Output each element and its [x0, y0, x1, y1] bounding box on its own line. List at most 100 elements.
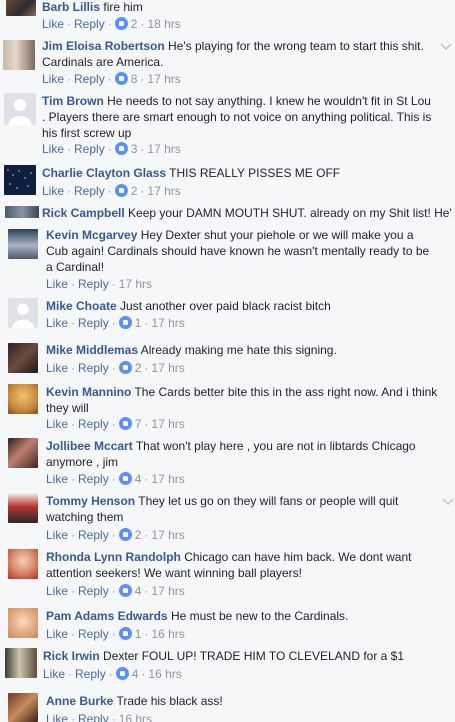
reply-link[interactable]: Reply: [74, 17, 105, 31]
reply-link[interactable]: Reply: [78, 584, 109, 598]
avatar[interactable]: [8, 298, 38, 328]
like-reaction-icon: [118, 472, 132, 485]
timestamp[interactable]: 16 hrs: [151, 627, 184, 641]
like-link[interactable]: Like: [46, 277, 68, 291]
comment-text: He must be new to the Cardinals.: [170, 609, 349, 623]
comment-text: Just another over paid black racist bitc…: [120, 299, 331, 313]
timestamp[interactable]: 17 hrs: [151, 528, 184, 542]
timestamp[interactable]: 17 hrs: [147, 184, 180, 198]
commenter-name[interactable]: Mike Middlemas: [46, 343, 138, 357]
commenter-name[interactable]: Kevin Mcgarvey: [46, 228, 137, 242]
like-link[interactable]: Like: [42, 72, 64, 86]
reply-link[interactable]: Reply: [78, 528, 109, 542]
reply-link[interactable]: Reply: [74, 142, 105, 156]
comment-text: Already making me hate this signing.: [140, 343, 337, 357]
avatar[interactable]: [8, 693, 38, 722]
commenter-name[interactable]: Anne Burke: [46, 694, 113, 708]
reply-link[interactable]: Reply: [78, 712, 109, 722]
avatar[interactable]: [8, 608, 38, 638]
timestamp[interactable]: 17 hrs: [119, 277, 152, 291]
timestamp[interactable]: 17 hrs: [147, 72, 180, 86]
avatar[interactable]: [4, 93, 36, 125]
like-count[interactable]: 7: [135, 417, 142, 431]
commenter-name[interactable]: Rick Irwin: [43, 649, 100, 663]
reply-link[interactable]: Reply: [78, 472, 109, 486]
avatar[interactable]: [3, 40, 35, 70]
like-link[interactable]: Like: [42, 142, 64, 156]
like-link[interactable]: Like: [46, 584, 68, 598]
commenter-name[interactable]: Jollibee Mccart: [46, 439, 133, 453]
avatar[interactable]: [5, 206, 39, 218]
like-reaction-icon: [114, 142, 128, 155]
reply-link[interactable]: Reply: [75, 667, 106, 681]
commenter-name[interactable]: Tommy Henson: [46, 494, 135, 508]
timestamp[interactable]: 17 hrs: [151, 316, 184, 330]
like-link[interactable]: Like: [46, 472, 68, 486]
like-count[interactable]: 2: [131, 17, 138, 31]
timestamp[interactable]: 17 hrs: [147, 142, 180, 156]
like-link[interactable]: Like: [42, 17, 64, 31]
like-link[interactable]: Like: [46, 528, 68, 542]
like-link[interactable]: Like: [46, 417, 68, 431]
avatar[interactable]: [8, 438, 38, 468]
commenter-name[interactable]: Mike Choate: [46, 299, 117, 313]
avatar[interactable]: [8, 229, 38, 259]
chevron-down-icon[interactable]: [441, 496, 455, 506]
chevron-down-icon[interactable]: [439, 41, 453, 51]
avatar[interactable]: [8, 549, 38, 579]
like-link[interactable]: Like: [46, 361, 68, 375]
timestamp[interactable]: 17 hrs: [151, 472, 184, 486]
like-link[interactable]: Like: [43, 667, 65, 681]
like-link[interactable]: Like: [46, 627, 68, 641]
reply-link[interactable]: Reply: [74, 184, 105, 198]
like-link[interactable]: Like: [46, 712, 68, 722]
like-count[interactable]: 2: [135, 361, 142, 375]
commenter-name[interactable]: Tim Brown: [42, 94, 104, 108]
commenter-name[interactable]: Rhonda Lynn Randolph: [46, 550, 181, 564]
avatar[interactable]: [6, 0, 36, 16]
like-count[interactable]: 2: [131, 184, 138, 198]
like-count[interactable]: 4: [135, 472, 142, 486]
avatar[interactable]: [4, 165, 36, 195]
like-link[interactable]: Like: [46, 316, 68, 330]
avatar[interactable]: [8, 493, 38, 523]
timestamp[interactable]: 17 hrs: [151, 417, 184, 431]
like-reaction-icon: [118, 584, 132, 597]
avatar[interactable]: [8, 384, 38, 414]
timestamp[interactable]: 16 hrs: [119, 712, 152, 722]
like-reaction-icon: [114, 17, 128, 30]
like-reaction-icon: [114, 72, 128, 85]
reply-link[interactable]: Reply: [78, 627, 109, 641]
like-reaction-icon: [118, 316, 132, 329]
commenter-name[interactable]: Rick Campbell: [42, 206, 125, 220]
reply-link[interactable]: Reply: [74, 72, 105, 86]
reply-link[interactable]: Reply: [78, 277, 109, 291]
like-reaction-icon: [115, 667, 129, 680]
commenter-name[interactable]: Barb Lillis: [42, 0, 100, 14]
like-reaction-icon: [118, 627, 132, 640]
like-count[interactable]: 2: [135, 528, 142, 542]
timestamp[interactable]: 17 hrs: [151, 584, 184, 598]
comment-text: Dexter FOUL UP! TRADE HIM TO CLEVELAND f…: [103, 649, 405, 663]
like-count[interactable]: 4: [132, 667, 139, 681]
reply-link[interactable]: Reply: [78, 316, 109, 330]
like-count[interactable]: 3: [131, 142, 138, 156]
comment-text: fire him: [103, 0, 143, 14]
commenter-name[interactable]: Pam Adams Edwards: [46, 609, 168, 623]
reply-link[interactable]: Reply: [78, 361, 109, 375]
reply-link[interactable]: Reply: [78, 417, 109, 431]
like-count[interactable]: 1: [135, 627, 142, 641]
timestamp[interactable]: 17 hrs: [151, 361, 184, 375]
commenter-name[interactable]: Kevin Mannino: [46, 385, 131, 399]
commenter-name[interactable]: Charlie Clayton Glass: [42, 166, 166, 180]
avatar[interactable]: [5, 648, 37, 678]
commenter-name[interactable]: Jim Eloisa Robertson: [42, 39, 165, 53]
like-link[interactable]: Like: [42, 184, 64, 198]
timestamp[interactable]: 18 hrs: [147, 17, 180, 31]
like-reaction-icon: [114, 184, 128, 197]
timestamp[interactable]: 16 hrs: [148, 667, 181, 681]
like-count[interactable]: 8: [131, 72, 138, 86]
like-count[interactable]: 1: [135, 316, 142, 330]
like-count[interactable]: 4: [135, 584, 142, 598]
avatar[interactable]: [8, 343, 38, 373]
